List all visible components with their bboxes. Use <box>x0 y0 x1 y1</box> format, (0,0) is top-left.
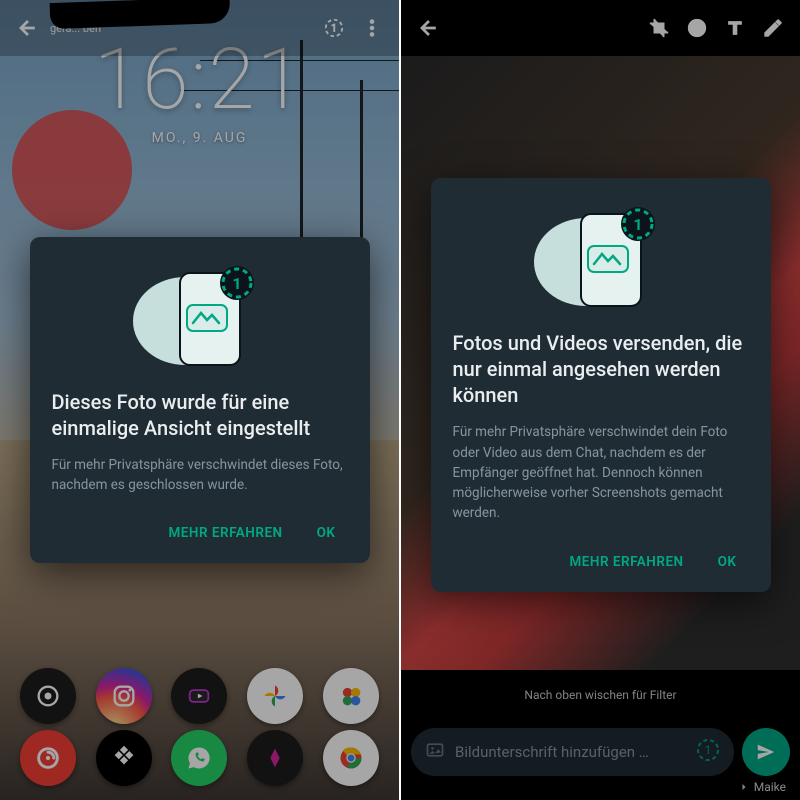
view-once-dialog: 1 Dieses Foto wurde für eine einmalige A… <box>30 237 370 564</box>
dialog-actions: MEHR ERFAHREN OK <box>52 515 348 551</box>
dialog-body: Für mehr Privatsphäre verschwindet diese… <box>52 455 348 496</box>
side-by-side-container: 16:21 MO., 9. AUG gera... ben 1 <box>0 0 800 800</box>
dialog-title: Dieses Foto wurde für eine einmalige Ans… <box>52 389 348 441</box>
dialog-illustration: 1 <box>52 261 348 371</box>
ok-button[interactable]: OK <box>305 515 348 551</box>
dialog-actions: MEHR ERFAHREN OK <box>453 544 749 580</box>
dialog-overlay: 1 Fotos und Videos versenden, die nur ei… <box>401 0 800 800</box>
svg-text:1: 1 <box>633 215 642 234</box>
right-screenshot: Nach oben wischen für Filter Bilduntersc… <box>401 0 800 800</box>
view-once-intro-dialog: 1 Fotos und Videos versenden, die nur ei… <box>431 178 771 591</box>
dialog-title: Fotos und Videos versenden, die nur einm… <box>453 330 749 408</box>
learn-more-button[interactable]: MEHR ERFAHREN <box>557 544 695 580</box>
dialog-overlay: 1 Dieses Foto wurde für eine einmalige A… <box>0 0 399 800</box>
svg-text:1: 1 <box>232 274 241 293</box>
dialog-body: Für mehr Privatsphäre verschwindet dein … <box>453 422 749 523</box>
learn-more-button[interactable]: MEHR ERFAHREN <box>156 515 294 551</box>
ok-button[interactable]: OK <box>706 544 749 580</box>
left-screenshot: 16:21 MO., 9. AUG gera... ben 1 <box>0 0 399 800</box>
dialog-illustration: 1 <box>453 202 749 312</box>
